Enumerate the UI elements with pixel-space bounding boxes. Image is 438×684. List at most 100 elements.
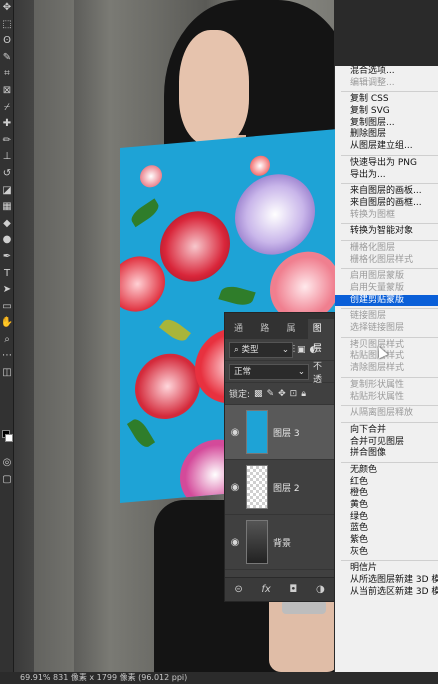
menu-separator [341, 376, 438, 378]
leaf [128, 198, 162, 228]
zoom-tool-icon[interactable]: ⌕ [0, 332, 14, 349]
default-colors-icon[interactable]: ◫ [0, 365, 14, 382]
menu-item[interactable]: 复制图层... [335, 118, 438, 130]
type-tool-icon[interactable]: T [0, 266, 14, 283]
healing-brush-tool-icon[interactable]: ✚ [0, 116, 14, 133]
layer-context-menu: 混合选项... 编辑调整... 复制 CSS 复制 SVG 复制图层... 删除图层 从图层… [335, 66, 438, 678]
brush-tool-icon[interactable]: ✏ [0, 133, 14, 150]
blend-mode-row: 正常 ⌄ 不透 [225, 361, 334, 385]
menu-item[interactable]: 混合选项... [335, 66, 438, 78]
menu-item[interactable]: 无颜色 [335, 465, 438, 477]
gradient-tool-icon[interactable]: ▦ [0, 199, 14, 216]
visibility-eye-icon[interactable]: ◉ [229, 537, 241, 548]
menu-item[interactable]: 复制 SVG [335, 106, 438, 118]
lock-transparent-icon[interactable]: ▩ [254, 389, 263, 399]
menu-item[interactable]: 从当前选区新建 3D 模型 [335, 587, 438, 599]
menu-item[interactable]: 橙色 [335, 488, 438, 500]
menu-item[interactable]: 蓝色 [335, 523, 438, 535]
menu-item: 选择链接图层 [350, 323, 405, 334]
link-icon[interactable]: ⊝ [234, 584, 242, 595]
marquee-tool-icon[interactable]: ⬚ [0, 17, 14, 34]
menu-item[interactable]: 从图层建立组... [335, 141, 438, 153]
background-column [34, 0, 74, 672]
menu-item[interactable]: 黄色 [335, 500, 438, 512]
quick-select-tool-icon[interactable]: ✎ [0, 50, 14, 67]
layer-thumbnail [246, 410, 268, 454]
wristwatch [282, 600, 326, 614]
menu-item[interactable]: 合并可见图层 [335, 437, 438, 449]
tab-properties[interactable]: 属性 [282, 319, 308, 354]
menu-item[interactable]: 删除图层 [335, 129, 438, 141]
blur-tool-icon[interactable]: ◆ [0, 216, 14, 233]
more-tools-icon[interactable]: ⋯ [0, 348, 14, 365]
leaf [159, 315, 191, 345]
leaf [126, 415, 156, 451]
menu-item[interactable]: 红色 [335, 477, 438, 489]
visibility-eye-icon[interactable]: ◉ [229, 482, 241, 493]
hand-tool-icon[interactable]: ✋ [0, 315, 14, 332]
menu-item[interactable]: 导出为... [335, 170, 438, 182]
eraser-tool-icon[interactable]: ◪ [0, 183, 14, 200]
lock-artboard-icon[interactable]: ⊡ [290, 389, 298, 399]
layer-row-layer2[interactable]: ◉ 图层 2 [225, 460, 334, 515]
menu-item[interactable]: 转换为智能对象 [335, 226, 438, 238]
dodge-tool-icon[interactable]: ● [0, 232, 14, 249]
clone-stamp-tool-icon[interactable]: ⊥ [0, 149, 14, 166]
menu-item[interactable]: 拼合图像 [335, 448, 438, 460]
small-flower [140, 164, 162, 189]
tools-panel: ✥ ⬚ ʘ ✎ ⌗ ⊠ ⌿ ✚ ✏ ⊥ ↺ ◪ ▦ ◆ ● ✒ T ➤ ▭ ✋ … [0, 0, 14, 672]
fx-icon[interactable]: fx [261, 584, 270, 595]
rectangle-tool-icon[interactable]: ▭ [0, 299, 14, 316]
lock-label: 锁定: [229, 390, 251, 400]
menu-item[interactable]: 紫色 [335, 535, 438, 547]
layer-row-background[interactable]: ◉ 背景 [225, 515, 334, 570]
layer-name: 图层 3 [273, 428, 300, 439]
frame-tool-icon[interactable]: ⊠ [0, 83, 14, 100]
lock-image-icon[interactable]: ✎ [267, 389, 275, 399]
mask-icon[interactable]: ◘ [289, 584, 297, 595]
menu-item[interactable]: 灰色 [335, 547, 438, 559]
menu-item[interactable]: 创建剪贴蒙版 [335, 294, 438, 307]
menu-separator [341, 239, 438, 241]
filter-pixel-icon[interactable]: ▣ [297, 345, 306, 355]
tab-paths[interactable]: 路径 [255, 319, 281, 354]
pen-tool-icon[interactable]: ✒ [0, 249, 14, 266]
tab-channels[interactable]: 通道 [229, 319, 255, 354]
lock-all-icon[interactable]: 🔒︎ [301, 389, 306, 399]
filter-kind-value: 类型 [241, 344, 259, 355]
quick-mask-icon[interactable]: ◎ [0, 455, 14, 472]
screen-mode-icon[interactable]: ▢ [0, 472, 14, 489]
menu-item[interactable]: 来自图层的画框... [335, 198, 438, 210]
filter-kind-select[interactable]: ⌕ 类型 ⌄ [229, 341, 293, 358]
layer-row-layer3[interactable]: ◉ 图层 3 [225, 405, 334, 460]
menu-separator [341, 336, 438, 338]
crop-tool-icon[interactable]: ⌗ [0, 66, 14, 83]
lock-position-icon[interactable]: ✥ [278, 389, 286, 399]
menu-item[interactable]: 明信片 [335, 563, 438, 575]
adjustment-icon[interactable]: ◑ [316, 584, 325, 595]
blend-mode-select[interactable]: 正常 ⌄ [229, 363, 309, 380]
status-bar: 69.91% 831 像素 x 1799 像素 (96.012 ppi) [0, 672, 438, 684]
path-select-tool-icon[interactable]: ➤ [0, 282, 14, 299]
layer-thumbnail [246, 465, 268, 509]
move-tool-icon[interactable]: ✥ [0, 0, 14, 17]
eyedropper-tool-icon[interactable]: ⌿ [0, 100, 14, 117]
menu-separator [341, 91, 438, 93]
menu-item[interactable]: 向下合并 [335, 425, 438, 437]
filter-adjustment-icon[interactable]: ◐ [310, 345, 318, 355]
panel-tabs: 通道 路径 属性 图层 [225, 313, 334, 354]
menu-item: 粘贴形状属性 [350, 391, 405, 402]
menu-item[interactable]: 绿色 [335, 512, 438, 524]
layers-panel: 通道 路径 属性 图层 ⌕ 类型 ⌄ ▣ ◐ 正常 ⌄ 不透 锁定: ▩ ✎ ✥… [224, 312, 335, 602]
visibility-eye-icon[interactable]: ◉ [229, 427, 241, 438]
background-color-swatch[interactable] [5, 434, 13, 442]
layer-name: 图层 2 [273, 483, 300, 494]
lasso-tool-icon[interactable]: ʘ [0, 33, 14, 50]
menu-item[interactable]: 快速导出为 PNG [335, 158, 438, 170]
menu-item[interactable]: 从所选图层新建 3D 模型 [335, 575, 438, 587]
menu-item[interactable]: 复制 CSS [335, 94, 438, 106]
menu-item[interactable]: 来自图层的画板... [335, 186, 438, 198]
menu-item: 栅格化图层样式 [350, 254, 414, 265]
history-brush-tool-icon[interactable]: ↺ [0, 166, 14, 183]
tab-layers[interactable]: 图层 [307, 319, 334, 354]
